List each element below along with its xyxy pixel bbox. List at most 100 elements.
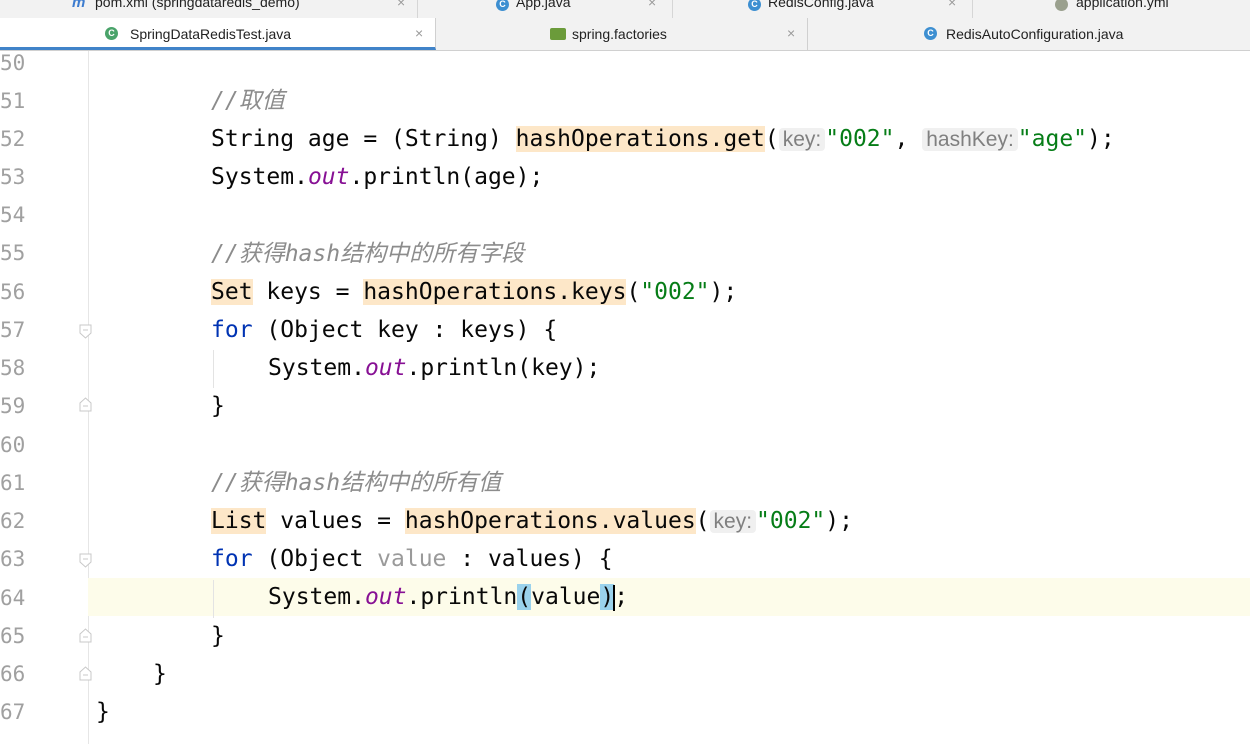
comment: //获得hash结构中的所有字段 — [211, 241, 525, 267]
close-icon[interactable]: × — [397, 0, 405, 10]
line-number: 65 — [0, 624, 26, 648]
close-icon[interactable]: × — [787, 25, 795, 41]
tab-label: application.yml — [1076, 0, 1169, 10]
line-number: 66 — [0, 662, 26, 686]
line-number: 57 — [0, 318, 26, 342]
tab-label: SpringDataRedisTest.java — [130, 26, 292, 42]
tab-springdataredistest-java[interactable]: C SpringDataRedisTest.java × — [0, 18, 436, 50]
keyword: for — [211, 317, 253, 343]
string-literal: "age" — [1017, 126, 1088, 152]
keyword: for — [211, 546, 253, 572]
line-number: 52 — [0, 127, 26, 151]
string-literal: "002" — [756, 508, 826, 534]
tab-spring-factories[interactable]: spring.factories × — [436, 18, 808, 50]
matched-paren: ( — [517, 584, 532, 610]
tab-application-yml[interactable]: application.yml — [973, 0, 1250, 18]
tab-label: spring.factories — [572, 26, 667, 42]
line-number: 67 — [0, 700, 26, 724]
code-token: ( — [626, 279, 641, 305]
code-line-56[interactable]: Set keys = hashOperations.keys("002"); — [211, 273, 737, 311]
static-field: out — [364, 355, 407, 381]
type-highlight: Set — [211, 279, 253, 305]
line-number: 59 — [0, 394, 26, 418]
code-token: ; — [614, 584, 629, 610]
line-number-gutter: 50 51 52 53 54 55 56 57 58 59 60 61 62 6… — [0, 51, 92, 744]
string-literal: "002" — [825, 126, 895, 152]
tab-label: RedisConfig.java — [768, 0, 874, 10]
fold-end-icon[interactable] — [79, 628, 92, 643]
fold-end-icon[interactable] — [79, 666, 92, 681]
static-field: out — [307, 164, 350, 190]
line-number: 54 — [0, 203, 26, 227]
factories-icon — [550, 28, 566, 40]
code-line-55[interactable]: //获得hash结构中的所有字段 — [211, 235, 524, 273]
java-class-icon: C — [924, 27, 937, 40]
tab-app-java[interactable]: C App.java × — [418, 0, 673, 18]
parameter-hint: key: — [709, 510, 757, 533]
code-line-51[interactable]: //取值 — [211, 82, 285, 120]
code-line-65[interactable]: } — [211, 617, 225, 655]
fold-open-icon[interactable] — [79, 324, 92, 339]
code-token: ); — [709, 279, 738, 305]
comment: //取值 — [211, 88, 285, 114]
tab-label: RedisAutoConfiguration.java — [946, 26, 1124, 42]
tab-pom-xml[interactable]: m pom.xml (springdataredis_demo) × — [0, 0, 418, 18]
code-line-66[interactable]: } — [153, 655, 167, 693]
line-number: 56 — [0, 280, 26, 304]
code-token: (Object — [252, 546, 378, 572]
code-token: System. — [211, 164, 308, 190]
code-token: String age = (String) — [211, 126, 516, 152]
fold-open-icon[interactable] — [79, 553, 92, 568]
code-line-67[interactable]: } — [96, 693, 110, 731]
unused-variable: value — [377, 546, 447, 572]
close-icon[interactable]: × — [948, 0, 956, 10]
code-line-64[interactable]: System.out.println(value); — [268, 578, 628, 616]
fold-end-icon[interactable] — [79, 397, 92, 412]
tab-redisautoconfiguration-java[interactable]: C RedisAutoConfiguration.java — [808, 18, 1250, 50]
code-token: ); — [825, 508, 853, 534]
yaml-icon — [1055, 0, 1068, 11]
line-number: 63 — [0, 547, 26, 571]
code-line-63[interactable]: for (Object value : values) { — [211, 540, 613, 578]
code-token: System. — [268, 584, 365, 610]
line-number: 60 — [0, 433, 26, 457]
code-line-57[interactable]: for (Object key : keys) { — [211, 311, 557, 349]
tab-label: pom.xml (springdataredis_demo) — [95, 0, 300, 10]
line-number: 51 — [0, 89, 26, 113]
code-line-52[interactable]: String age = (String) hashOperations.get… — [211, 120, 1115, 159]
line-number: 53 — [0, 165, 26, 189]
editor-tab-row-2: C SpringDataRedisTest.java × spring.fact… — [0, 18, 1250, 51]
string-literal: "002" — [640, 279, 710, 305]
code-line-62[interactable]: List values = hashOperations.values(key:… — [211, 502, 853, 541]
code-line-53[interactable]: System.out.println(age); — [211, 158, 543, 196]
parameter-hint: hashKey: — [922, 128, 1018, 151]
close-icon[interactable]: × — [648, 0, 656, 10]
line-number: 58 — [0, 356, 26, 380]
code-token: (Object key : keys) { — [252, 317, 558, 343]
code-token: .println(age); — [349, 164, 544, 190]
code-token: : values) { — [446, 546, 613, 572]
close-icon[interactable]: × — [415, 25, 423, 41]
method-call-highlight: hashOperations.keys — [363, 279, 627, 305]
line-number: 62 — [0, 509, 26, 533]
comment: //获得hash结构中的所有值 — [211, 470, 502, 496]
line-number: 64 — [0, 586, 26, 610]
parameter-hint: key: — [778, 128, 826, 151]
line-number: 55 — [0, 241, 26, 265]
code-line-59[interactable]: } — [211, 387, 225, 425]
editor-tab-row-1: m pom.xml (springdataredis_demo) × C App… — [0, 0, 1250, 19]
code-line-58[interactable]: System.out.println(key); — [268, 349, 600, 387]
code-token: ); — [1087, 126, 1115, 152]
code-token: ( — [695, 508, 710, 534]
tab-redisconfig-java[interactable]: C RedisConfig.java × — [673, 0, 973, 18]
java-class-icon: C — [496, 0, 509, 11]
type-highlight: List — [211, 508, 267, 534]
current-line-highlight — [88, 578, 1250, 616]
code-token: keys = — [252, 279, 364, 305]
line-number: 61 — [0, 471, 26, 495]
code-line-61[interactable]: //获得hash结构中的所有值 — [211, 464, 501, 502]
indent-guide — [213, 350, 214, 388]
maven-icon: m — [72, 0, 86, 11]
test-class-icon: C — [105, 27, 118, 40]
code-token: value — [531, 584, 601, 610]
